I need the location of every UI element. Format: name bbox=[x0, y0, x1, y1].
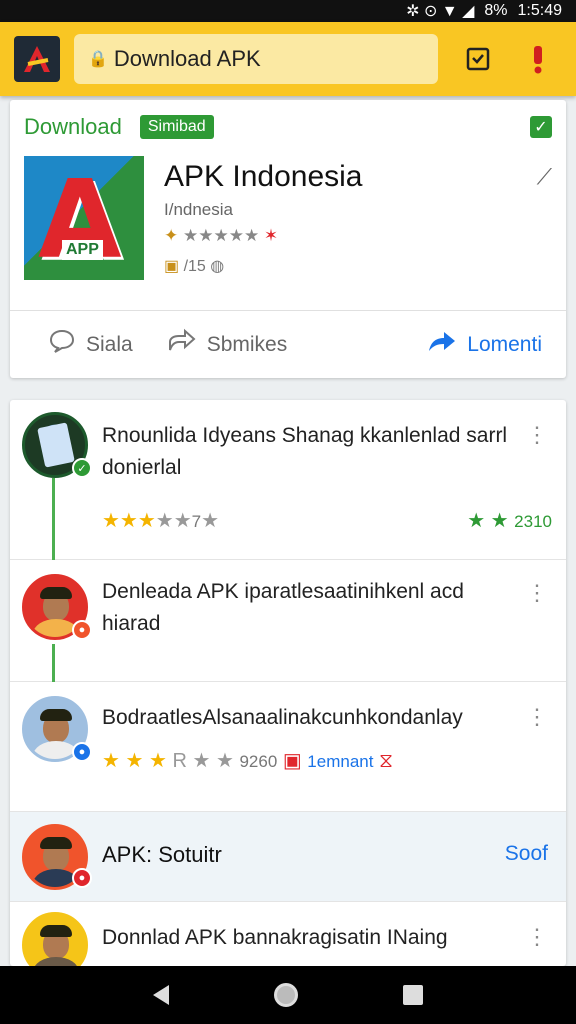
more-options-icon[interactable]: ⋮ bbox=[526, 422, 548, 448]
action-bar: Siala Sbmikes Lomenti bbox=[10, 310, 566, 378]
system-nav-bar bbox=[0, 966, 576, 1024]
app-name: APK Indonesia bbox=[164, 160, 363, 193]
list-item[interactable]: ✓ Rnounlida Idyeans Shanag kkanlenlad sa… bbox=[10, 400, 566, 560]
item-link[interactable]: Soof bbox=[505, 842, 548, 866]
green-stars: ★ ★ bbox=[467, 510, 515, 532]
status-badge[interactable]: Simibad bbox=[139, 115, 214, 139]
star-extra: ★ bbox=[201, 510, 220, 532]
gift-icon: ▣ bbox=[282, 750, 308, 772]
clock: 1:5:49 bbox=[517, 2, 562, 19]
home-icon[interactable] bbox=[273, 983, 298, 1007]
stars-empty: ★ ★ bbox=[186, 750, 240, 772]
stars-filled: ★ ★ ★ bbox=[102, 750, 173, 772]
list-item[interactable]: ● Denleada APK iparatlesaatinihkenl acd … bbox=[10, 560, 566, 682]
item-rating: ★ ★ ★ R ★ ★ 9260 ▣ 1emnant ⧖ bbox=[102, 748, 393, 773]
list-item[interactable]: ● BodraatlesAlsanaalinakcunhkondanlay ⋮ … bbox=[10, 682, 566, 812]
app-subtitle: I/ndnesia bbox=[164, 200, 233, 219]
badge-icon: ● bbox=[72, 742, 92, 762]
item-score: ★ ★ 2310 bbox=[467, 508, 552, 533]
thread-line bbox=[52, 478, 55, 560]
list-item[interactable]: ● APK: Sotuitr Soof bbox=[10, 812, 566, 902]
status-icons: ✲ ⊙ ▼ ◢ bbox=[406, 3, 475, 20]
rating-badge-icon: ✦ bbox=[164, 226, 179, 245]
item-rating: ★★★★★7★ bbox=[102, 508, 219, 533]
item-text: Donnlad APK bannakragisatin INaing bbox=[102, 926, 448, 949]
more-options-icon[interactable]: ⋮ bbox=[526, 924, 548, 950]
stars-count: 9260 bbox=[239, 752, 278, 771]
more-options-icon[interactable]: ⋮ bbox=[526, 580, 548, 606]
list-item[interactable]: Donnlad APK bannakragisatin INaing ⋮ bbox=[10, 902, 566, 966]
extension-icon[interactable] bbox=[460, 41, 496, 77]
stars-filled: ★★★ bbox=[102, 510, 156, 532]
verified-icon: ✓ bbox=[72, 458, 92, 478]
face-shape bbox=[40, 709, 72, 743]
share-label: Siala bbox=[86, 332, 133, 356]
app-size: /15 bbox=[183, 258, 206, 275]
bookmarks-button[interactable]: Sbmikes bbox=[167, 328, 288, 361]
phone-screen-icon bbox=[37, 422, 75, 468]
checkbox-checked-icon[interactable]: ✓ bbox=[530, 116, 552, 138]
score-value: 2310 bbox=[514, 512, 552, 531]
app-rating: ✦ ★★★★★ ✶ bbox=[164, 226, 537, 246]
comment-button[interactable]: Lomenti bbox=[427, 329, 542, 360]
comment-label: Lomenti bbox=[467, 332, 542, 356]
forward-arrow-icon bbox=[167, 328, 197, 361]
recents-icon[interactable] bbox=[403, 985, 424, 1005]
app-icon-tag: APP bbox=[62, 240, 103, 260]
size-icon: ▣ bbox=[164, 258, 180, 275]
feed-list: ✓ Rnounlida Idyeans Shanag kkanlenlad sa… bbox=[10, 400, 566, 966]
stars-empty: ★★ bbox=[155, 510, 192, 532]
badge-icon: ● bbox=[72, 620, 92, 640]
face-shape bbox=[40, 837, 72, 871]
address-text: Download APK bbox=[113, 46, 261, 71]
rating-stars: ★★★★★ bbox=[182, 226, 260, 245]
bookmarks-label: Sbmikes bbox=[206, 332, 288, 356]
app-card: Download Simibad ✓ A APP APK Indonesia I… bbox=[10, 100, 566, 378]
thread-line bbox=[52, 644, 55, 682]
item-text: Denleada APK iparatlesaatinihkenl acd hi… bbox=[102, 580, 464, 635]
alert-icon[interactable] bbox=[520, 41, 556, 77]
stars-note: R bbox=[172, 750, 187, 772]
app-icon-letter: A bbox=[38, 158, 122, 280]
badge-text: 1emnant bbox=[307, 752, 374, 771]
share-alt-icon[interactable]: ⟋ bbox=[537, 164, 552, 280]
lock-icon: 🔒 bbox=[88, 51, 108, 68]
app-meta: ▣ /15 ◍ bbox=[164, 256, 537, 276]
stars-note: 7 bbox=[191, 512, 202, 531]
shirt-shape bbox=[33, 957, 79, 966]
status-bar: ✲ ⊙ ▼ ◢ 8% 1:5:49 bbox=[0, 0, 576, 22]
item-title: APK: Sotuitr bbox=[102, 842, 222, 867]
share-arrow-icon bbox=[427, 329, 457, 360]
browser-toolbar: 🔒 Download APK bbox=[0, 22, 576, 96]
avatar[interactable] bbox=[22, 912, 88, 966]
badge-icon: ● bbox=[72, 868, 92, 888]
more-options-icon[interactable]: ⋮ bbox=[526, 704, 548, 730]
badge-end-icon: ⧖ bbox=[373, 750, 394, 772]
app-icon[interactable]: A APP bbox=[24, 156, 144, 280]
item-text: Rnounlida Idyeans Shanag kkanlenlad sarr… bbox=[102, 424, 508, 479]
battery-level: 8% bbox=[484, 2, 508, 19]
rating-flag-icon: ✶ bbox=[263, 226, 279, 245]
address-bar[interactable]: 🔒 Download APK bbox=[74, 34, 438, 84]
item-text: BodraatlesAlsanaalinakcunhkondanlay bbox=[102, 706, 463, 729]
share-button[interactable]: Siala bbox=[48, 328, 133, 361]
chat-bubble-icon bbox=[48, 328, 76, 361]
back-icon[interactable] bbox=[152, 985, 169, 1005]
globe-icon: ◍ bbox=[210, 258, 225, 275]
face-shape bbox=[40, 925, 72, 959]
download-heading: Download bbox=[24, 114, 122, 139]
face-shape bbox=[40, 587, 72, 621]
app-logo-icon[interactable] bbox=[14, 36, 60, 82]
